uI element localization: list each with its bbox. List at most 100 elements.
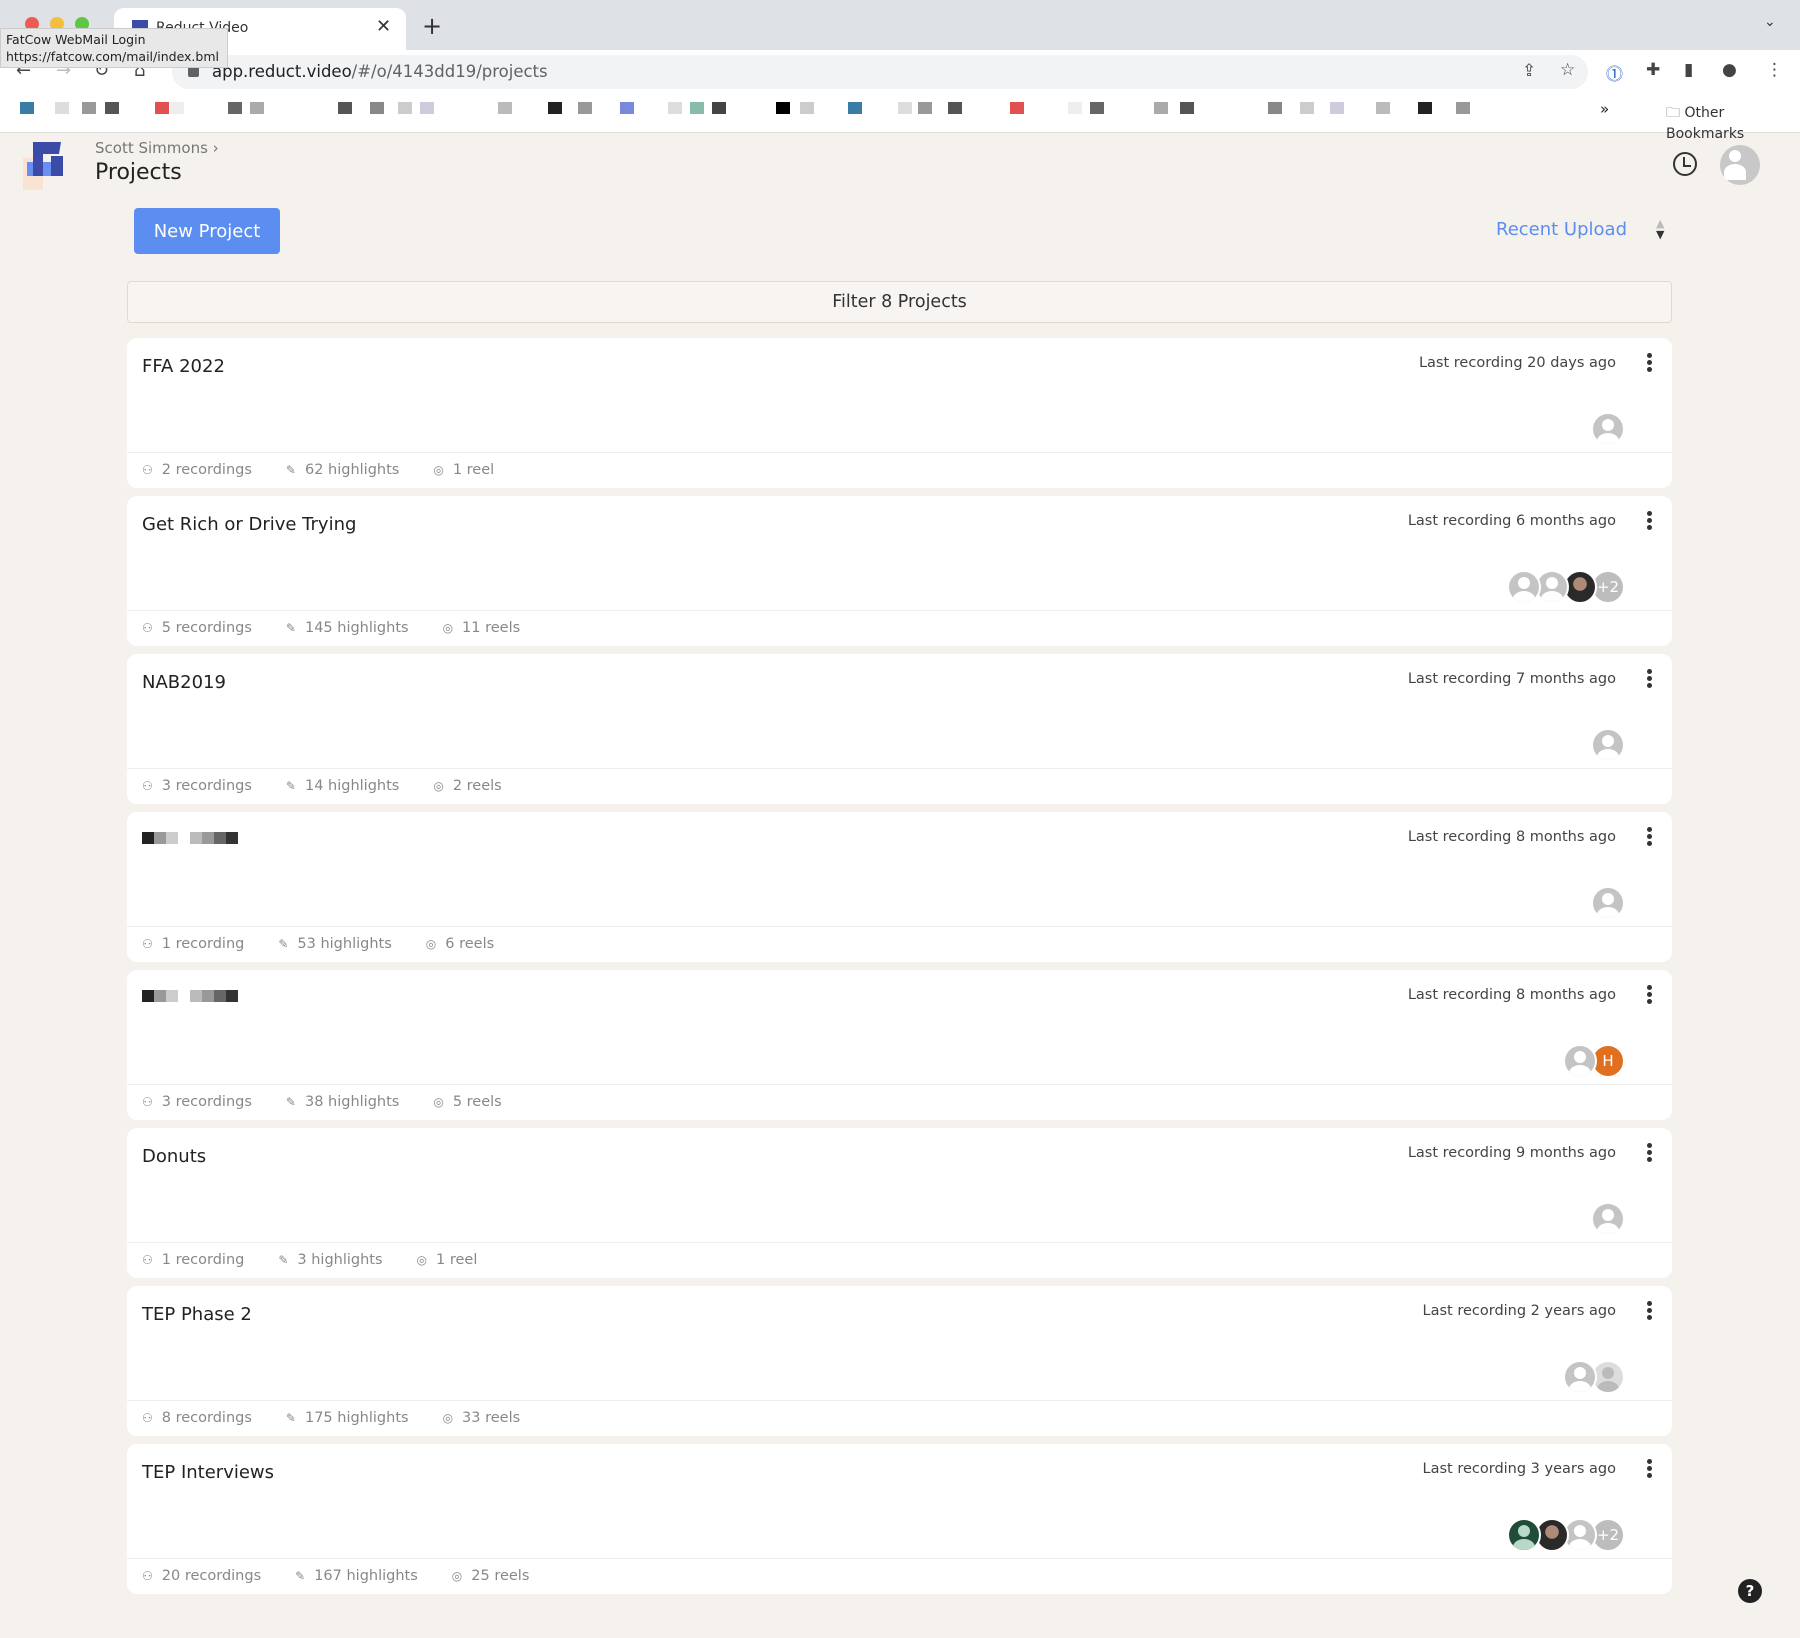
redacted-bookmark[interactable]: [1300, 102, 1314, 114]
redacted-bookmark[interactable]: [1090, 102, 1104, 114]
redacted-bookmark[interactable]: [848, 102, 862, 114]
redacted-bookmark[interactable]: [800, 102, 814, 114]
redacted-bookmark[interactable]: [668, 102, 682, 114]
browser-menu-icon[interactable]: ⋮: [1766, 60, 1783, 80]
redacted-bookmark[interactable]: [1180, 102, 1194, 114]
folder-icon: 🗀: [1666, 105, 1685, 121]
redacted-bookmark[interactable]: [1330, 102, 1344, 114]
address-bar[interactable]: app.reduct.video/#/o/4143dd19/projects ⇪…: [172, 55, 1588, 89]
redacted-bookmark[interactable]: [712, 102, 726, 114]
redacted-bookmark[interactable]: [776, 102, 790, 114]
project-card[interactable]: TEP Phase 2 Last recording 2 years ago ⚇ 8 …: [127, 1286, 1672, 1436]
project-title[interactable]: TEP Interviews: [142, 1462, 274, 1483]
redacted-bookmark[interactable]: [1068, 102, 1082, 114]
extensions-icon[interactable]: ✚: [1646, 60, 1660, 80]
project-card[interactable]: Donuts Last recording 9 months ago ⚇ 1 reco…: [127, 1128, 1672, 1278]
password-manager-icon[interactable]: ⓵: [1606, 60, 1623, 85]
redacted-bookmark[interactable]: [55, 102, 69, 114]
breadcrumb-org[interactable]: Scott Simmons: [95, 139, 208, 157]
more-options-icon[interactable]: [1644, 1458, 1654, 1480]
redacted-bookmark[interactable]: [578, 102, 592, 114]
redacted-bookmark[interactable]: [338, 102, 352, 114]
more-options-icon[interactable]: [1644, 510, 1654, 532]
project-title[interactable]: Donuts: [142, 1146, 206, 1167]
tab-search-chevron-icon[interactable]: ⌄: [1764, 14, 1776, 30]
project-title[interactable]: TEP Phase 2: [142, 1304, 252, 1325]
more-options-icon[interactable]: [1644, 1300, 1654, 1322]
project-title[interactable]: FFA 2022: [142, 356, 225, 377]
project-stats: ⚇ 3 recordings ✎ 14 highlights ◎ 2 reels: [142, 778, 502, 794]
more-options-icon[interactable]: [1644, 826, 1654, 848]
breadcrumb[interactable]: Scott Simmons ›: [95, 139, 219, 157]
other-bookmarks-folder[interactable]: 🗀 Other Bookmarks: [1666, 102, 1800, 142]
help-icon[interactable]: ?: [1738, 1579, 1762, 1603]
redacted-bookmark[interactable]: [20, 102, 34, 114]
divider: [127, 1242, 1672, 1243]
side-panel-icon[interactable]: ▮: [1684, 60, 1693, 80]
redacted-project-title: [142, 832, 238, 844]
redacted-bookmark[interactable]: [82, 102, 96, 114]
redacted-bookmark[interactable]: [948, 102, 962, 114]
user-avatar[interactable]: [1720, 145, 1760, 185]
more-options-icon[interactable]: [1644, 668, 1654, 690]
redacted-bookmark[interactable]: [1456, 102, 1470, 114]
redacted-bookmark[interactable]: [170, 102, 184, 114]
more-bookmarks-button[interactable]: »: [1600, 100, 1609, 118]
filter-projects-input[interactable]: Filter 8 Projects: [127, 281, 1672, 323]
reels-count: 5 reels: [452, 1094, 502, 1110]
reel-icon: ◎: [451, 1569, 463, 1583]
share-icon[interactable]: ⇪: [1522, 61, 1536, 81]
more-options-icon[interactable]: [1644, 352, 1654, 374]
redacted-bookmark[interactable]: [918, 102, 932, 114]
collaborators: +2: [1507, 570, 1625, 604]
project-card[interactable]: FFA 2022 Last recording 20 days ago ⚇ 2 rec…: [127, 338, 1672, 488]
redacted-bookmark[interactable]: [1268, 102, 1282, 114]
more-options-icon[interactable]: [1644, 984, 1654, 1006]
redacted-bookmark[interactable]: [620, 102, 634, 114]
redacted-bookmark[interactable]: [690, 102, 704, 114]
redacted-bookmark[interactable]: [1154, 102, 1168, 114]
redacted-bookmark[interactable]: [398, 102, 412, 114]
divider: [127, 1084, 1672, 1085]
redacted-bookmark[interactable]: [105, 102, 119, 114]
recordings-icon: ⚇: [142, 1411, 153, 1425]
sort-direction-icon[interactable]: ▲ ▼: [1656, 218, 1664, 240]
last-recording: Last recording 7 months ago: [1407, 671, 1616, 687]
bookmark-star-icon[interactable]: ☆: [1560, 60, 1575, 80]
project-card[interactable]: Last recording 8 months ago ⚇ 1 recording ✎…: [127, 812, 1672, 962]
highlights-count: 145 highlights: [304, 620, 409, 636]
profile-icon[interactable]: ●: [1722, 60, 1737, 80]
sort-select[interactable]: Recent Upload: [1496, 219, 1627, 240]
new-project-button[interactable]: New Project: [134, 208, 280, 254]
project-card[interactable]: TEP Interviews Last recording 3 years ago…: [127, 1444, 1672, 1594]
url-text: app.reduct.video/#/o/4143dd19/projects: [212, 62, 548, 81]
redacted-bookmark[interactable]: [1010, 102, 1024, 114]
collaborators: +2: [1507, 1518, 1625, 1552]
project-title[interactable]: NAB2019: [142, 672, 226, 693]
redacted-bookmark[interactable]: [1418, 102, 1432, 114]
collaborator-avatar: [1563, 1044, 1597, 1078]
redacted-bookmark[interactable]: [420, 102, 434, 114]
more-options-icon[interactable]: [1644, 1142, 1654, 1164]
redacted-bookmark[interactable]: [548, 102, 562, 114]
project-stats: ⚇ 5 recordings ✎ 145 highlights ◎ 11 reels: [142, 620, 520, 636]
last-recording: Last recording 20 days ago: [1418, 355, 1616, 371]
history-clock-icon[interactable]: [1673, 152, 1697, 176]
highlights-count: 167 highlights: [314, 1568, 418, 1584]
redacted-bookmark[interactable]: [370, 102, 384, 114]
redacted-bookmark[interactable]: [898, 102, 912, 114]
redacted-bookmark[interactable]: [498, 102, 512, 114]
project-title[interactable]: Get Rich or Drive Trying: [142, 514, 356, 535]
redacted-bookmark[interactable]: [1376, 102, 1390, 114]
last-recording: Last recording 9 months ago: [1407, 1145, 1616, 1161]
project-card[interactable]: Last recording 8 months ago H ⚇ 3 recording…: [127, 970, 1672, 1120]
redacted-bookmark[interactable]: [228, 102, 242, 114]
redacted-bookmark[interactable]: [155, 102, 169, 114]
new-tab-icon[interactable]: +: [422, 12, 442, 40]
redacted-bookmark[interactable]: [250, 102, 264, 114]
project-stats: ⚇ 1 recording ✎ 3 highlights ◎ 1 reel: [142, 1252, 477, 1268]
highlights-count: 62 highlights: [304, 462, 400, 478]
project-card[interactable]: Get Rich or Drive Trying Last recording 6…: [127, 496, 1672, 646]
close-tab-icon[interactable]: ✕: [376, 16, 391, 37]
project-card[interactable]: NAB2019 Last recording 7 months ago ⚇ 3 rec…: [127, 654, 1672, 804]
